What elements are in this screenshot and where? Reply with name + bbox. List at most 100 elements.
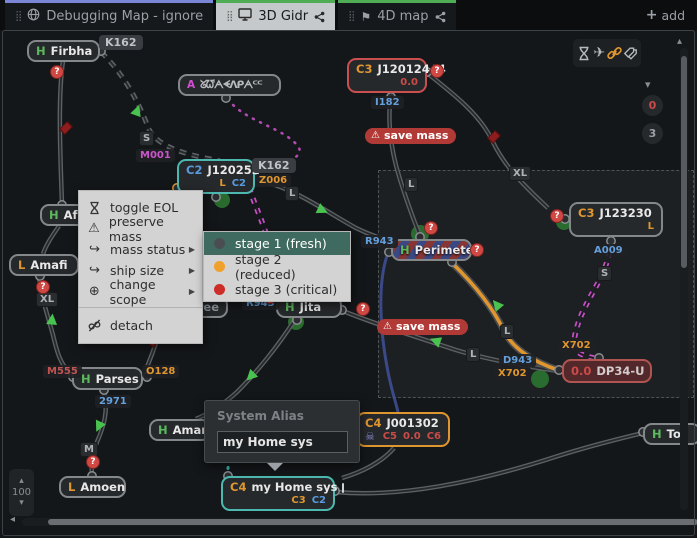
system-node-firbha[interactable]: H Firbha [27,40,100,62]
wormhole-type-label[interactable]: 2971 [95,395,131,408]
skull-icon: ☠ [365,431,375,443]
system-name: my Home sys [251,480,337,495]
stage-dot [214,238,225,249]
unknown-status-badge[interactable]: ? [550,209,564,223]
menu-item-label: change scope [110,277,194,307]
security-class: H [285,300,295,314]
ship-size-tag: XL [36,292,58,307]
tab-4d-map[interactable]: ⣿ ⚑ 4D map [338,0,455,30]
add-map-button[interactable]: + add [634,0,697,30]
wormhole-type-label[interactable]: R943 [361,235,398,248]
system-node-alien[interactable]: A ᘜᘺᗅᗛᐱᑭᗅᒼᒼ [178,74,281,96]
mass-value: 0.0 [403,431,421,443]
scroll-left-icon[interactable]: ◂ [10,514,15,525]
unknown-status-badge[interactable]: ? [470,243,484,257]
hourglass-icon[interactable] [576,44,591,62]
security-class: H [36,44,46,58]
drag-handle-icon[interactable]: ⣿ [226,11,232,22]
unknown-status-badge[interactable]: ? [424,221,438,235]
system-name: J123230 [599,206,651,221]
zoom-out-arrow[interactable]: ▾ [19,499,24,508]
unknown-status-badge[interactable]: ? [86,455,100,469]
wormhole-type-label[interactable]: I182 [371,96,404,109]
drag-handle-icon[interactable]: ⣿ [348,11,354,22]
horizontal-scrollbar[interactable] [22,518,690,526]
system-node-j12012444[interactable]: C3 J12012444 0.0 [347,58,427,93]
menu-item-detach[interactable]: detach [79,313,202,337]
menu-item-preserve-mass[interactable]: ⚠ preserve mass [79,218,202,239]
tab-3d-gidr[interactable]: ⣿ 3D Gidr [216,0,335,30]
wormhole-type-label[interactable]: M001 [136,149,175,162]
menu-item-change-scope[interactable]: ⊕ change scope ▶ [79,281,202,302]
share-icon[interactable] [435,11,446,23]
wormhole-type-label[interactable]: X702 [494,367,531,380]
ship-size-tag: S [597,266,612,281]
save-mass-label: save mass [396,320,460,333]
submenu-item-stage3[interactable]: stage 3 (critical) [204,278,350,301]
statics-tag: C3 [291,495,305,507]
system-node-parses[interactable]: H Parses [72,367,143,390]
wormhole-type-label[interactable]: K162 [99,35,143,50]
share-icon[interactable] [314,11,325,23]
unknown-status-badge[interactable]: ? [430,64,444,78]
menu-separator [79,307,202,308]
vertical-scrollbar-thumb[interactable] [681,56,687,268]
drag-handle-icon[interactable]: ⣿ [15,11,21,22]
system-name: Firbha [51,44,93,58]
system-node-j120252[interactable]: C2 J120252 L C2 [177,159,255,194]
system-node-j123230[interactable]: C3 J123230 L [569,202,663,237]
tags-icon[interactable] [623,44,638,62]
wormhole-type-label[interactable]: M555 [43,365,82,378]
unknown-status-badge[interactable]: ? [36,280,50,294]
counter-badge-red[interactable]: 0 [642,95,663,116]
security-class: H [49,208,59,222]
save-mass-badge[interactable]: ⚠ save mass [377,319,468,335]
ship-size-tag: L [285,186,299,201]
wormhole-class: C4 [230,480,246,495]
counter-badge-gray[interactable]: 3 [642,123,663,144]
wormhole-class: C4 [365,416,381,431]
wormhole-class: C3 [356,62,372,77]
wormhole-type-label[interactable]: O128 [142,365,179,378]
wormhole-type-label[interactable]: D943 [499,354,536,367]
system-node-amarr[interactable]: H Amarr [149,419,211,441]
zoom-in-arrow[interactable]: ▴ [19,477,24,486]
save-mass-badge[interactable]: ⚠ save mass [365,128,456,144]
security-class: A [187,79,195,91]
system-node-j001302[interactable]: C4 J001302 ☠ C5 0.0 C6 [356,412,450,447]
scroll-up-icon[interactable]: ▴ [677,36,682,47]
wormhole-type-label[interactable]: A009 [590,244,627,257]
unknown-status-badge[interactable]: ? [50,65,64,79]
system-node-amafi[interactable]: L Amafi [9,254,79,276]
submenu-item-stage2[interactable]: stage 2 (reduced) [204,255,350,278]
ship-size-tag: XL [509,166,531,181]
menu-item-mass-status[interactable]: ↪ mass status ▶ [79,239,202,260]
system-node-dp34u[interactable]: 0.0 DP34-U [562,359,652,383]
ship-size-tag: L [500,324,514,339]
wormhole-type-label[interactable]: X702 [558,339,595,352]
wormhole-type-label[interactable]: K162 [252,158,296,173]
warning-icon: ⚠ [371,131,380,141]
link-icon[interactable] [607,44,622,62]
menu-item-label: detach [110,318,153,333]
question-glyph: ? [434,66,439,76]
wormhole-type-label[interactable]: Z006 [255,174,291,187]
tab-debugging-map[interactable]: ⣿ Debugging Map - ignore [5,0,213,30]
unknown-status-badge[interactable]: ? [356,302,370,316]
submenu-arrow-icon: ▶ [189,266,195,275]
map-tab-bar: ⣿ Debugging Map - ignore ⣿ 3D Gidr ⣿ ⚑ 4… [0,0,697,30]
chevron-down-icon[interactable]: ▾ [645,78,651,91]
vertical-scrollbar[interactable] [680,48,688,510]
system-node-perimeter[interactable]: H Perimeter [391,239,472,261]
horizontal-scrollbar-thumb[interactable] [48,519,697,525]
question-glyph: ? [360,304,365,314]
system-node-tos[interactable]: H Tos [643,423,697,445]
security-class: H [81,372,91,386]
hourglass-icon [87,201,102,215]
question-glyph: ? [554,211,559,221]
system-node-home[interactable]: C4 my Home sys C3 C2 [221,476,335,511]
ship-icon[interactable]: ✈ [592,44,607,62]
globe-icon [27,8,40,25]
system-node-amoen[interactable]: L Amoen [59,476,126,498]
alias-input[interactable] [217,431,348,453]
